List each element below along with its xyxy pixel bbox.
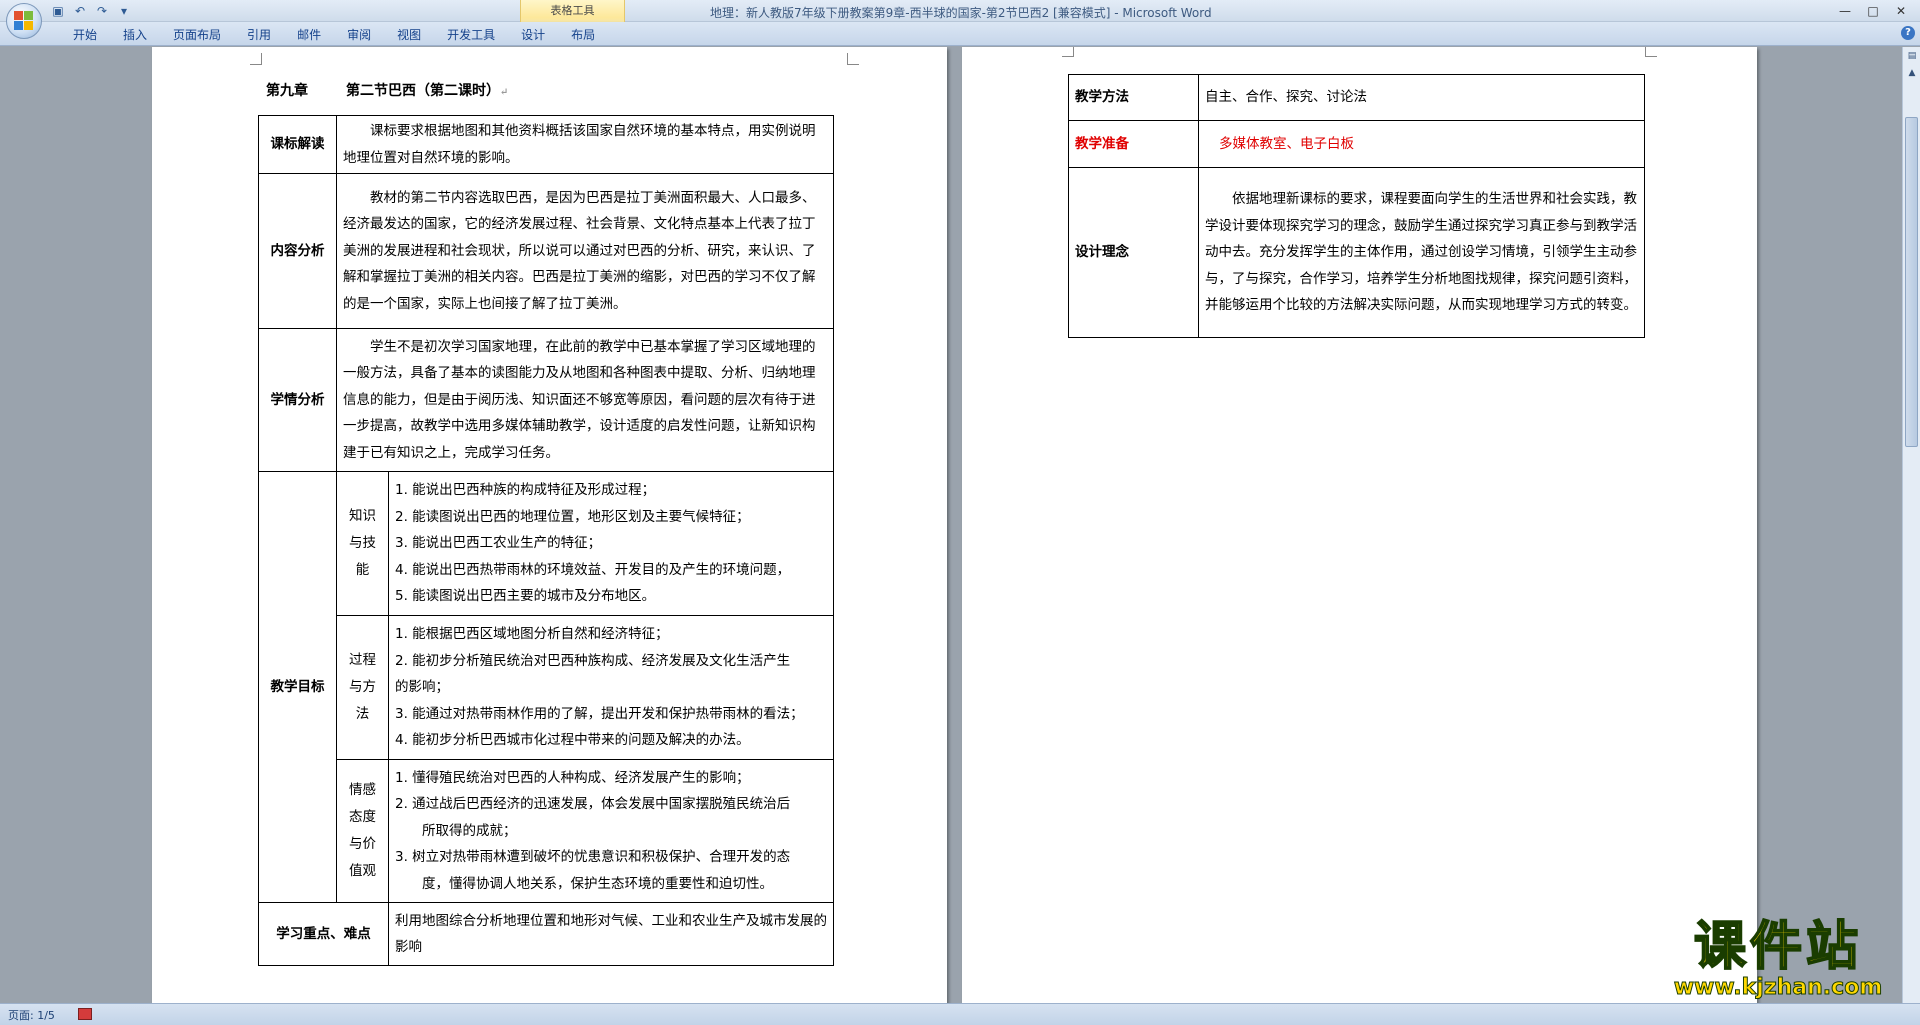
ribbon-tab-bar: 开始 插入 页面布局 引用 邮件 审阅 视图 开发工具 设计 布局 ? (0, 22, 1920, 46)
list-item: 2. 能读图说出巴西的地理位置，地形区划及主要气候特征； (395, 508, 750, 525)
content-text[interactable]: 教材的第二节内容选取巴西，是因为巴西是拉丁美洲面积最大、人口最多、经济最发达的国… (336, 173, 834, 329)
table-row: 教学目标 知识与技能 1. 能说出巴西种族的构成特征及形成过程； 2. 能读图说… (258, 471, 834, 903)
table-row: 学习重点、难点 利用地图综合分析地理位置和地形对气候、工业和农业生产及城市发展的… (258, 902, 834, 966)
list-item: 1. 能根据巴西区域地图分析自然和经济特征； (395, 626, 669, 643)
watermark-title: 课件站 (1693, 917, 1862, 977)
method-text[interactable]: 自主、合作、探究、讨论法 (1198, 74, 1645, 121)
crop-mark (250, 53, 262, 65)
table-row: 设计理念 依据地理新课标的要求，课程要面向学生的生活世界和社会实践，教学设计要体… (1068, 167, 1645, 338)
table-tools-label: 表格工具 (550, 4, 595, 17)
list-item: 1. 懂得殖民统治对巴西的人种构成、经济发展产生的影响； (395, 769, 750, 786)
table-row: 内容分析 教材的第二节内容选取巴西，是因为巴西是拉丁美洲面积最大、人口最多、经济… (258, 173, 834, 329)
values-list[interactable]: 1. 懂得殖民统治对巴西的人种构成、经济发展产生的影响； 2. 通过战后巴西经济… (388, 759, 834, 903)
goals-label: 教学目标 (258, 471, 337, 903)
watermark: 课件站 www.kjzhan.com (1658, 917, 1898, 1000)
help-icon[interactable]: ? (1901, 26, 1915, 40)
tab-developer[interactable]: 开发工具 (434, 26, 508, 44)
table-row: 过程与方法 1. 能根据巴西区域地图分析自然和经济特征； 2. 能初步分析殖民统… (259, 615, 834, 760)
list-item: 2. 通过战后巴西经济的迅速发展，体会发展中国家摆脱殖民统治后 (395, 796, 791, 813)
page-indicator[interactable]: 页面: 1/5 (8, 1007, 55, 1023)
customize-dropdown-icon[interactable]: ▾ (116, 3, 132, 19)
table-row: 教学方法 自主、合作、探究、讨论法 (1068, 74, 1645, 121)
tab-home[interactable]: 开始 (60, 26, 110, 44)
list-item: 度，懂得协调人地关系，保护生态环境的重要性和迫切性。 (422, 875, 773, 892)
save-icon[interactable]: ▣ (50, 3, 66, 19)
content-label: 内容分析 (258, 173, 337, 329)
method-label: 教学方法 (1068, 74, 1199, 121)
learner-label: 学情分析 (258, 328, 337, 472)
watermark-url: www.kjzhan.com (1673, 975, 1883, 1000)
scroll-thumb[interactable] (1905, 117, 1918, 447)
close-button[interactable]: ✕ (1888, 2, 1914, 20)
concept-text[interactable]: 依据地理新课标的要求，课程要面向学生的生活世界和社会实践，教学设计要体现探究学习… (1198, 167, 1645, 338)
quick-access-toolbar: ▣ ↶ ↷ ▾ (50, 3, 132, 19)
list-item: 4. 能说出巴西热带雨林的环境效益、开发目的及产生的环境问题， (395, 561, 791, 578)
macro-record-icon[interactable] (78, 1008, 92, 1020)
process-list[interactable]: 1. 能根据巴西区域地图分析自然和经济特征； 2. 能初步分析殖民统治对巴西种族… (388, 615, 834, 760)
tab-references[interactable]: 引用 (234, 26, 284, 44)
list-item: 3. 能通过对热带雨林作用的了解，提出开发和保护热带雨林的看法； (395, 705, 804, 722)
values-label: 情感态度与价值观 (336, 759, 389, 903)
list-item: 5. 能读图说出巴西主要的城市及分布地区。 (395, 588, 656, 605)
window-title: 地理：新人教版7年级下册教案第9章-西半球的国家-第2节巴西2 [兼容模式] -… (710, 6, 1212, 20)
table-row: 情感态度与价值观 1. 懂得殖民统治对巴西的人种构成、经济发展产生的影响； 2.… (259, 759, 834, 903)
page-2[interactable]: 教学方法 自主、合作、探究、讨论法 教学准备 多媒体教室、电子白板 设计理念 依… (962, 47, 1757, 1003)
table-row: 教学准备 多媒体教室、电子白板 (1068, 120, 1645, 168)
focus-label: 学习重点、难点 (258, 902, 389, 966)
redo-icon[interactable]: ↷ (94, 3, 110, 19)
knowledge-label: 知识与技能 (336, 471, 389, 616)
learner-text[interactable]: 学生不是初次学习国家地理，在此前的教学中已基本掌握了学习区域地理的一般方法，具备… (336, 328, 834, 472)
section-title: 第二节巴西（第二课时） (346, 83, 500, 99)
standard-text[interactable]: 课标要求根据地图和其他资料概括该国家自然环境的基本特点，用实例说明地理位置对自然… (336, 115, 834, 174)
maximize-button[interactable]: □ (1860, 2, 1886, 20)
crop-mark (1645, 47, 1657, 57)
knowledge-list[interactable]: 1. 能说出巴西种族的构成特征及形成过程； 2. 能读图说出巴西的地理位置，地形… (388, 471, 834, 616)
page-1[interactable]: 第九章 第二节巴西（第二课时）↵ 课标解读 课标要求根据地图和其他资料概括该国家自… (152, 47, 947, 1003)
scroll-up-icon[interactable]: ▲ (1904, 65, 1920, 81)
title-bar: ▣ ↶ ↷ ▾ 表格工具 地理：新人教版7年级下册教案第9章-西半球的国家-第2… (0, 0, 1920, 44)
tab-view[interactable]: 视图 (384, 26, 434, 44)
crop-mark (847, 53, 859, 65)
list-item: 3. 树立对热带雨林遭到破坏的忧患意识和积极保护、合理开发的态 (395, 849, 791, 866)
tab-mailings[interactable]: 邮件 (284, 26, 334, 44)
tab-insert[interactable]: 插入 (110, 26, 160, 44)
office-logo-icon (14, 11, 34, 31)
table-row: 课标解读 课标要求根据地图和其他资料概括该国家自然环境的基本特点，用实例说明地理… (258, 115, 834, 174)
crop-mark (1062, 47, 1074, 57)
tab-review[interactable]: 审阅 (334, 26, 384, 44)
standard-label: 课标解读 (258, 115, 337, 174)
chapter-label: 第九章 (266, 83, 308, 99)
lesson-plan-table-continued[interactable]: 教学方法 自主、合作、探究、讨论法 教学准备 多媒体教室、电子白板 设计理念 依… (1068, 74, 1645, 338)
ruler-toggle-icon[interactable]: ▤ (1904, 48, 1920, 64)
chapter-heading: 第九章 第二节巴西（第二课时）↵ (266, 83, 509, 99)
tab-page-layout[interactable]: 页面布局 (160, 26, 234, 44)
focus-text[interactable]: 利用地图综合分析地理位置和地形对气候、工业和农业生产及城市发展的影响 (388, 902, 834, 966)
prep-text[interactable]: 多媒体教室、电子白板 (1198, 120, 1645, 168)
concept-label: 设计理念 (1068, 167, 1199, 338)
list-item: 4. 能初步分析巴西城市化过程中带来的问题及解决的办法。 (395, 732, 750, 749)
undo-icon[interactable]: ↶ (72, 3, 88, 19)
list-item: 3. 能说出巴西工农业生产的特征； (395, 535, 602, 552)
vertical-scrollbar[interactable]: ▤ ▲ (1902, 47, 1920, 1003)
list-item: 2. 能初步分析殖民统治对巴西种族构成、经济发展及文化生活产生 (395, 652, 791, 669)
tab-design[interactable]: 设计 (508, 26, 558, 44)
table-row: 学情分析 学生不是初次学习国家地理，在此前的教学中已基本掌握了学习区域地理的一般… (258, 328, 834, 472)
process-label: 过程与方法 (336, 615, 389, 760)
status-bar: 页面: 1/5 (0, 1003, 1920, 1025)
window-controls: — □ ✕ (1832, 2, 1914, 20)
office-button[interactable] (6, 3, 42, 39)
lesson-plan-table[interactable]: 课标解读 课标要求根据地图和其他资料概括该国家自然环境的基本特点，用实例说明地理… (258, 115, 834, 966)
tab-layout[interactable]: 布局 (558, 26, 608, 44)
prep-label: 教学准备 (1068, 120, 1199, 168)
list-item: 所取得的成就； (422, 822, 517, 839)
document-canvas[interactable]: 第九章 第二节巴西（第二课时）↵ 课标解读 课标要求根据地图和其他资料概括该国家自… (0, 47, 1902, 1003)
list-item: 的影响； (395, 679, 449, 696)
list-item: 1. 能说出巴西种族的构成特征及形成过程； (395, 482, 656, 499)
minimize-button[interactable]: — (1832, 2, 1858, 20)
